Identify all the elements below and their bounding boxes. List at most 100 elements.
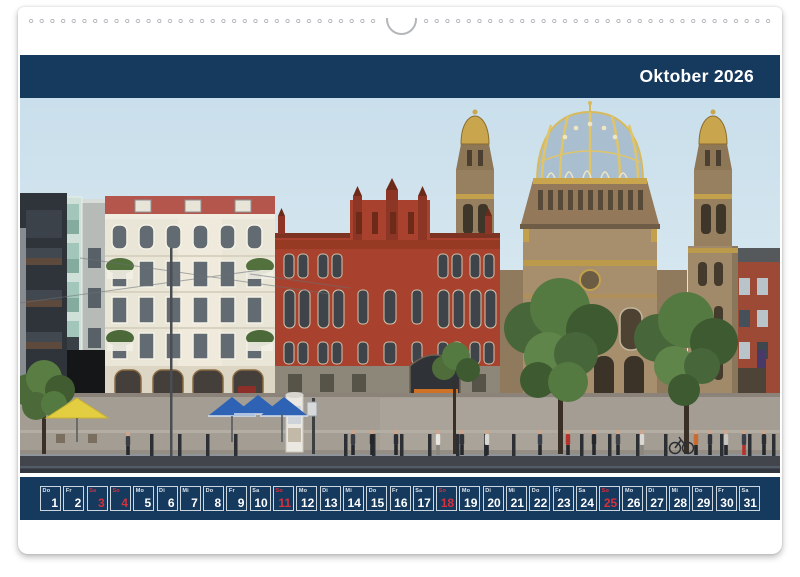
day-number: 14: [348, 497, 361, 509]
day-number: 26: [627, 497, 640, 509]
day-number: 11: [278, 497, 291, 509]
day-number: 22: [534, 497, 547, 509]
day-number: 7: [191, 497, 198, 509]
building-altbau-white: [105, 196, 275, 400]
day-number: 15: [371, 497, 384, 509]
calendar-day-cell: Do 22: [529, 486, 550, 511]
weekday-label: Di: [648, 488, 654, 494]
calendar-day-cell: Do8: [203, 486, 224, 511]
calendar-day-cell: Mo5: [133, 486, 154, 511]
calendar-product-shot: { "header": { "label": "Oktober 2026" },…: [0, 0, 800, 577]
day-number: 23: [557, 497, 570, 509]
day-number: 24: [581, 497, 594, 509]
weekday-label: Mi: [508, 488, 515, 494]
day-number: 5: [145, 497, 152, 509]
weekday-label: Mi: [182, 488, 189, 494]
calendar-day-cell: Fr 23: [553, 486, 574, 511]
calendar-day-cell: Di 27: [646, 486, 667, 511]
weekday-label: Sa: [741, 488, 748, 494]
calendar-day-cell: So 11: [273, 486, 294, 511]
calendar-day-cell: Sa 31: [739, 486, 760, 511]
photo-panorama: [20, 98, 780, 473]
calendar-day-cell: So4: [110, 486, 131, 511]
day-number: 27: [650, 497, 663, 509]
day-number: 3: [98, 497, 105, 509]
day-number: 9: [238, 497, 245, 509]
day-number: 10: [254, 497, 267, 509]
calendar-day-cell: Mo 19: [459, 486, 480, 511]
calendar-day-cell: Di13: [320, 486, 341, 511]
calendar-day-cell: Fr9: [226, 486, 247, 511]
weekday-label: Fr: [718, 488, 724, 494]
calendar-day-cell: Sa10: [250, 486, 271, 511]
day-number: 6: [168, 497, 175, 509]
month-title: Oktober 2026: [640, 66, 781, 87]
weekday-label: Fr: [392, 488, 398, 494]
weekday-label: Di: [159, 488, 165, 494]
day-number: 30: [720, 497, 733, 509]
spiral-binding-holes-left: [27, 17, 378, 25]
weekday-label: So: [439, 488, 446, 494]
calendar-day-cell: Sa3: [87, 486, 108, 511]
weekday-label: Mo: [462, 488, 470, 494]
day-number: 29: [697, 497, 710, 509]
weekday-label: Do: [532, 488, 540, 494]
day-number: 31: [744, 497, 757, 509]
month-header: Oktober 2026: [20, 55, 780, 98]
calendar-day-cell: Mi 21: [506, 486, 527, 511]
weekday-label: Do: [695, 488, 703, 494]
calendar-day-cell: So 18: [436, 486, 457, 511]
day-number: 21: [511, 497, 524, 509]
calendar-day-cell: Mi7: [180, 486, 201, 511]
calendar-page: Oktober 2026: [18, 7, 782, 554]
weekday-label: Fr: [66, 488, 72, 494]
calendar-day-cell: Sa 17: [413, 486, 434, 511]
calendar-day-cell: Do 29: [692, 486, 713, 511]
building-brick-right: [733, 248, 780, 402]
day-number: 18: [441, 497, 454, 509]
day-number: 28: [674, 497, 687, 509]
weekday-label: Fr: [229, 488, 235, 494]
weekday-label: Mi: [672, 488, 679, 494]
calendar-day-cell: Sa 24: [576, 486, 597, 511]
weekday-label: Do: [43, 488, 51, 494]
calendar-day-cell: Do1: [40, 486, 61, 511]
day-number: 4: [121, 497, 128, 509]
hanger-ring: [386, 18, 417, 35]
weekday-label: Sa: [415, 488, 422, 494]
weekday-label: Mo: [299, 488, 307, 494]
day-number: 16: [394, 497, 407, 509]
calendar-day-cell: Di 20: [483, 486, 504, 511]
weekday-label: Do: [369, 488, 377, 494]
weekday-label: Mo: [136, 488, 144, 494]
day-number: 13: [324, 497, 337, 509]
calendar-day-cell: Fr 16: [390, 486, 411, 511]
calendar-day-cell: Mi 14: [343, 486, 364, 511]
calendar-day-cell: Di6: [157, 486, 178, 511]
calendar-day-cell: Mi 28: [669, 486, 690, 511]
date-strip: Do1Fr2Sa3So4Mo5Di6Mi7Do8Fr9Sa10So11Mo12D…: [20, 477, 780, 520]
calendar-day-cell: Mo12: [296, 486, 317, 511]
weekday-label: So: [112, 488, 119, 494]
weekday-label: Di: [485, 488, 491, 494]
day-number: 25: [604, 497, 617, 509]
weekday-label: So: [276, 488, 283, 494]
weekday-label: Mi: [345, 488, 352, 494]
day-number: 1: [51, 497, 58, 509]
calendar-day-cell: Mo 26: [622, 486, 643, 511]
weekday-label: So: [602, 488, 609, 494]
weekday-label: Sa: [578, 488, 585, 494]
weekday-label: Fr: [555, 488, 561, 494]
calendar-day-cell: So 25: [599, 486, 620, 511]
weekday-label: Mo: [625, 488, 633, 494]
calendar-day-cell: Do 15: [366, 486, 387, 511]
day-number: 2: [75, 497, 82, 509]
day-number: 8: [214, 497, 221, 509]
weekday-label: Do: [206, 488, 214, 494]
day-number: 20: [487, 497, 500, 509]
calendar-day-cell: Fr 30: [716, 486, 737, 511]
spiral-binding-holes-right: [422, 17, 773, 25]
day-number: 19: [464, 497, 477, 509]
weekday-label: Sa: [89, 488, 96, 494]
day-number: 17: [417, 497, 430, 509]
